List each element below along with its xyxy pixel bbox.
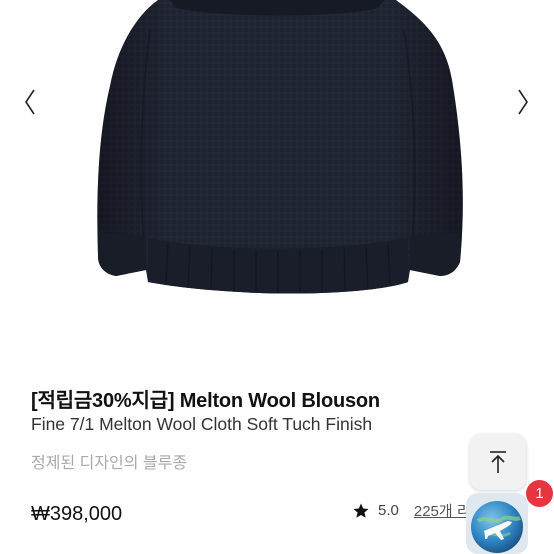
app-launcher-button[interactable] — [464, 491, 530, 554]
chevron-left-icon — [25, 89, 35, 115]
product-subtitle: Fine 7/1 Melton Wool Cloth Soft Tuch Fin… — [31, 414, 373, 434]
star-icon — [353, 503, 369, 518]
product-description: 정제된 디자인의 블루종 — [31, 455, 188, 472]
notification-badge: 1 — [526, 480, 553, 507]
product-price: ₩398,000 — [31, 503, 123, 525]
carousel-next-button[interactable] — [511, 86, 535, 118]
scroll-to-top-button[interactable] — [470, 434, 526, 490]
airplane-globe-icon — [466, 493, 528, 554]
arrow-up-to-top-icon — [490, 451, 506, 473]
product-title: [적립금30%지급] Melton Wool Blouson — [31, 390, 380, 412]
product-image — [0, 0, 554, 362]
jacket-illustration — [97, 0, 463, 294]
rating-score: 5.0 — [378, 502, 399, 519]
chevron-right-icon — [518, 89, 528, 115]
carousel-prev-button[interactable] — [18, 86, 42, 118]
